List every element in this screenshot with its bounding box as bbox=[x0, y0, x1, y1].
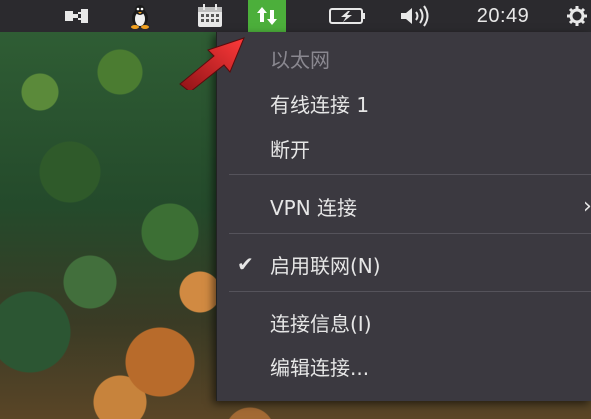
top-panel: 20:49 bbox=[0, 0, 591, 32]
menu-separator bbox=[229, 233, 591, 234]
menu-item-label: 连接信息(I) bbox=[270, 311, 372, 336]
network-menu: 以太网 有线连接 1 断开 VPN 连接 › ✔ 启用联网(N) 连接信息(I)… bbox=[216, 32, 591, 401]
menu-header-label: 以太网 bbox=[270, 47, 330, 72]
tux-icon[interactable] bbox=[127, 0, 153, 32]
network-arrows-icon[interactable] bbox=[248, 0, 286, 32]
menu-item-vpn[interactable]: VPN 连接 › bbox=[217, 184, 591, 228]
menu-header-ethernet: 以太网 bbox=[217, 36, 591, 80]
menu-item-disconnect[interactable]: 断开 bbox=[217, 126, 591, 170]
red-arrow-annotation bbox=[179, 37, 245, 90]
menu-item-label: 启用联网(N) bbox=[270, 253, 381, 278]
checkmark-icon: ✔ bbox=[237, 252, 254, 276]
menu-item-edit-connections[interactable]: 编辑连接... bbox=[217, 344, 591, 388]
menu-separator bbox=[229, 174, 591, 175]
menu-item-label: VPN 连接 bbox=[270, 195, 358, 220]
menu-item-connection-info[interactable]: 连接信息(I) bbox=[217, 300, 591, 344]
menu-item-label: 有线连接 1 bbox=[270, 92, 370, 117]
volume-icon[interactable] bbox=[396, 0, 438, 32]
power-icon[interactable] bbox=[563, 0, 591, 32]
menu-item-label: 断开 bbox=[270, 137, 310, 162]
menu-separator bbox=[229, 291, 591, 292]
menu-item-label: 编辑连接... bbox=[270, 355, 370, 380]
plug-icon[interactable] bbox=[62, 0, 92, 32]
calendar-icon[interactable] bbox=[193, 0, 227, 32]
battery-icon[interactable] bbox=[326, 0, 370, 32]
menu-item-wired-connection[interactable]: 有线连接 1 bbox=[217, 81, 591, 125]
menu-item-enable-networking[interactable]: ✔ 启用联网(N) bbox=[217, 242, 591, 286]
clock[interactable]: 20:49 bbox=[463, 0, 543, 32]
chevron-right-icon: › bbox=[583, 193, 591, 219]
